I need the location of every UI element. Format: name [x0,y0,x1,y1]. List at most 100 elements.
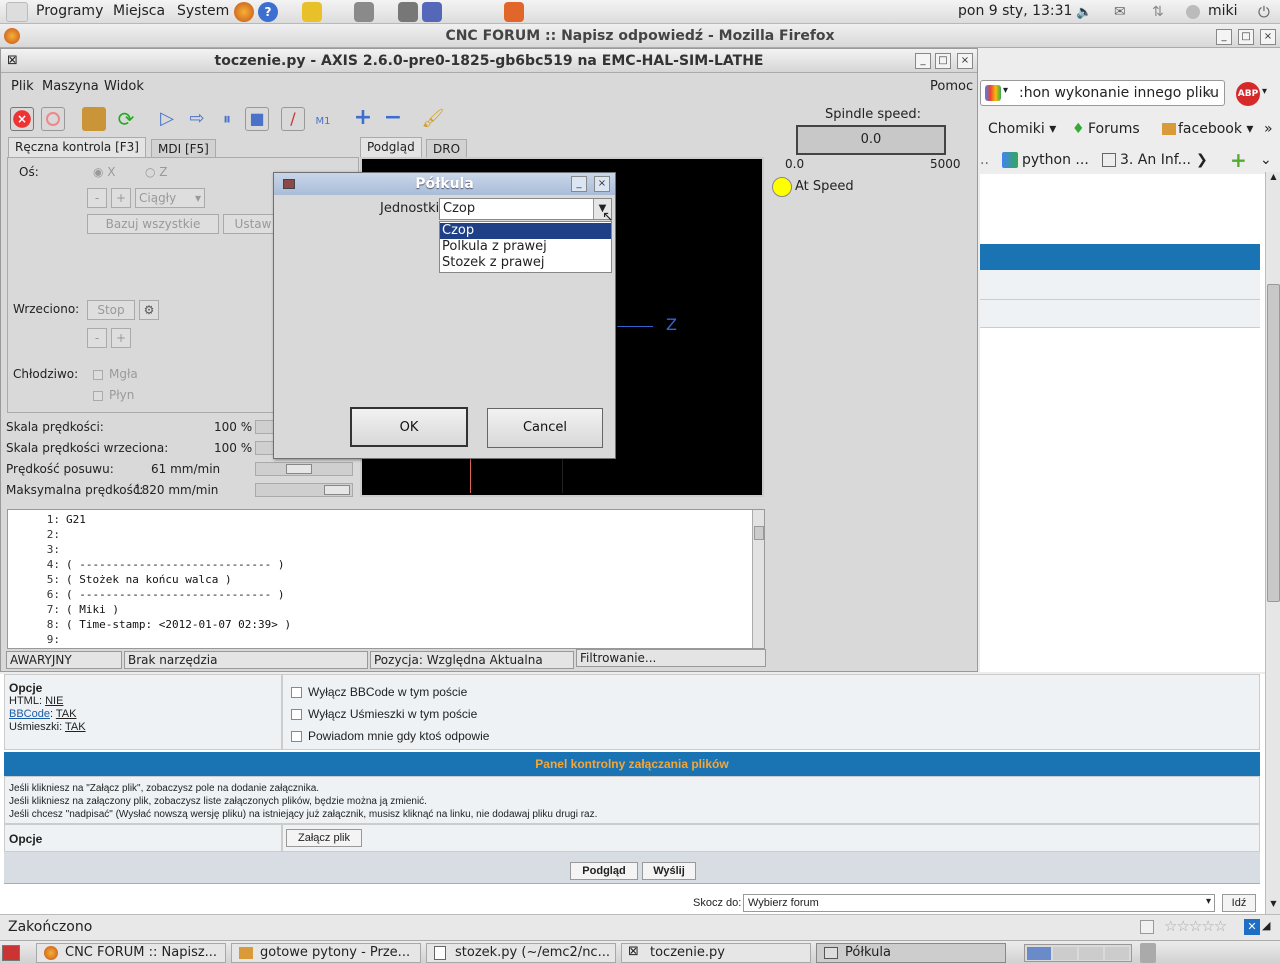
tab-preview[interactable]: Podgląd [360,137,422,157]
cancel-button[interactable]: Cancel [487,408,603,448]
mist-checkbox[interactable]: Mgła [93,367,138,381]
workspace-1[interactable] [1027,947,1051,960]
tab-list-icon[interactable]: ⌄ [1260,152,1272,168]
brake-icon[interactable]: ⚙ [139,300,159,320]
task-stozek[interactable]: stozek.py (~/emc2/nc... [426,943,616,963]
network-icon[interactable]: ⇅ [1152,4,1164,20]
estop-icon[interactable]: × [10,107,34,131]
send-button[interactable]: Wyślij [642,862,696,880]
slider-thumb[interactable] [324,485,350,495]
home-all-button[interactable]: Bazuj wszystkie [87,214,219,234]
disable-smilies-checkbox[interactable]: Wyłącz Uśmieszki w tym poście [291,707,477,721]
scrollbar-thumb[interactable] [1267,284,1280,602]
open-file-icon[interactable] [82,107,106,131]
preview-button[interactable]: Podgląd [570,862,638,880]
bookmark-forums[interactable]: Forums [1088,121,1140,137]
task-gotowe-pytony[interactable]: gotowe pytony - Prze... [231,943,421,963]
jog-mode-select[interactable]: Ciągły ▾ [135,188,205,208]
task-cnc-forum[interactable]: CNC FORUM :: Napisz... [36,943,226,963]
screenshot-icon[interactable] [422,2,442,22]
menu-system[interactable]: System [177,3,229,19]
scroll-down-icon[interactable]: ▼ [1267,899,1280,913]
maximize-button[interactable]: □ [1238,29,1254,45]
tab-overflow[interactable]: .. [980,152,989,168]
forum-jump-select[interactable]: Wybierz forum ▾ [743,894,1215,912]
new-tab-icon[interactable]: + [1230,148,1247,172]
help-icon[interactable]: ? [258,2,278,22]
tab-python[interactable]: python ... [1022,152,1089,168]
bookmark-facebook[interactable]: facebook ▾ [1178,121,1253,137]
workspace-2[interactable] [1053,947,1077,960]
tab-scroll-icon[interactable]: ❯ [1196,152,1208,168]
smilies-value[interactable]: TAK [65,721,86,733]
option-polkula[interactable]: Polkula z prawej [440,239,611,255]
clock[interactable]: pon 9 sty, 13:31 [958,3,1072,19]
volume-icon[interactable]: 🔈 [1076,5,1092,20]
tab-an-inf[interactable]: 3. An Inf... [1120,152,1191,168]
addon-icon[interactable]: ✕ [1244,919,1260,935]
slider-thumb[interactable] [286,464,312,474]
stop-program-icon[interactable]: ■ [245,107,269,131]
ok-button[interactable]: OK [350,407,468,447]
task-polkula[interactable]: Półkula [816,943,1006,963]
option-czop[interactable]: Czop [440,223,611,239]
dialog-minimize-button[interactable]: _ [571,176,587,192]
units-dropdown-list[interactable]: Czop Polkula z prawej Stozek z prawej [439,221,612,273]
workspace-switcher[interactable] [1024,944,1132,962]
search-input[interactable]: :hon wykonanie innego pliku [1019,85,1219,101]
menu-maszyna[interactable]: Maszyna [42,79,99,94]
gcode-scrollbar[interactable] [752,510,764,648]
axis-maximize-button[interactable]: □ [935,53,951,69]
power-toggle-icon[interactable] [41,107,65,131]
user-icon[interactable] [302,2,322,22]
task-toczenie[interactable]: toczenie.py [621,943,811,963]
step-icon[interactable]: ⇨ [185,107,209,131]
max-velocity-slider[interactable] [255,483,353,497]
search-engine-dropdown-icon[interactable]: ▾ [1003,85,1008,96]
camera-icon[interactable] [354,2,374,22]
axis-minimize-button[interactable]: _ [915,53,931,69]
jog-minus-button[interactable]: - [87,188,107,208]
menu-widok[interactable]: Widok [104,79,144,94]
menu-programy[interactable]: Programy [36,3,103,19]
rating-stars-icon[interactable]: ☆☆☆☆☆ [1164,917,1227,935]
power-icon[interactable]: ⏻ [1258,3,1270,21]
run-icon[interactable]: ▷ [155,107,179,131]
disable-bbcode-checkbox[interactable]: Wyłącz BBCode w tym poście [291,685,467,699]
mail-icon[interactable]: ✉ [1114,4,1126,20]
axis-z-radio[interactable]: ○ Z [145,165,168,179]
gcode-listing[interactable]: 1: G21 2: 3: 4: ( ------------------------… [7,509,765,649]
spindle-stop-button[interactable]: Stop [87,300,135,320]
adblock-dropdown-icon[interactable]: ▾ [1262,86,1267,97]
folder-icon[interactable] [504,2,524,22]
tab-manual[interactable]: Ręczna kontrola [F3] [8,137,146,157]
workspace-3[interactable] [1079,947,1103,960]
tab-dro[interactable]: DRO [426,139,468,159]
menu-pomoc[interactable]: Pomoc [930,79,973,94]
reload-icon[interactable]: ⟳ [114,107,138,131]
axis-close-button[interactable]: × [957,53,973,69]
zoom-out-icon[interactable]: − [381,107,405,131]
spindle-faster-button[interactable]: + [111,328,131,348]
option-stozek[interactable]: Stozek z prawej [440,255,611,271]
axis-x-radio[interactable]: ◉ X [93,165,116,179]
bbcode-value[interactable]: TAK [56,708,77,720]
username[interactable]: miki [1208,3,1238,19]
bookmark-chomiki[interactable]: Chomiki ▾ [988,121,1056,137]
adblock-icon[interactable]: ABP [1236,82,1260,106]
menu-plik[interactable]: Plik [11,79,34,94]
workspace-4[interactable] [1105,947,1129,960]
firefox-icon[interactable] [234,2,254,22]
flood-checkbox[interactable]: Płyn [93,388,134,402]
notify-checkbox[interactable]: Powiadom mnie gdy ktoś odpowie [291,729,489,743]
jog-speed-slider[interactable] [255,462,353,476]
go-button[interactable]: Idź [1222,894,1256,912]
more-bookmarks-icon[interactable]: » [1264,121,1273,137]
scrollbar-thumb[interactable] [754,526,764,540]
pause-icon[interactable]: ⏸ [215,107,239,131]
search-icon[interactable]: ⌕ [1205,84,1213,100]
menu-miejsca[interactable]: Miejsca [113,3,165,19]
tab-mdi[interactable]: MDI [F5] [151,139,216,159]
close-button[interactable]: × [1260,29,1276,45]
spindle-slower-button[interactable]: - [87,328,107,348]
